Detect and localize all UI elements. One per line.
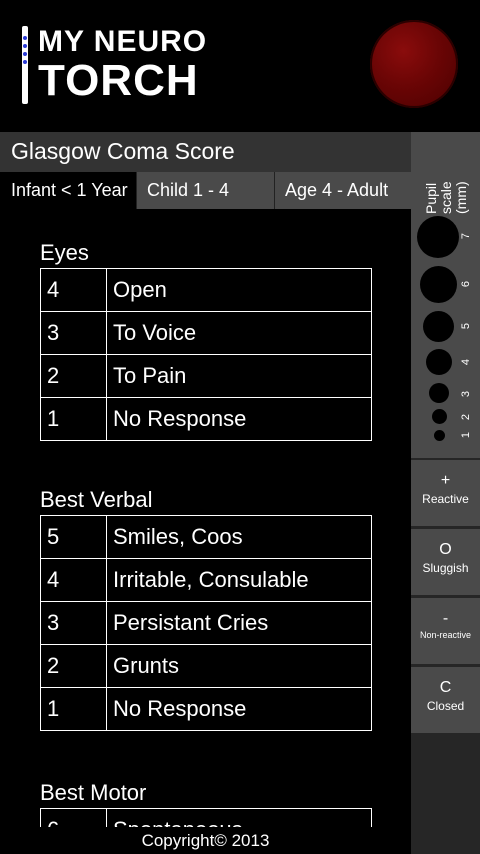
closed-button[interactable]: C Closed [411, 667, 480, 733]
reaction-label: Non-reactive [419, 630, 472, 640]
minus-icon: - [442, 610, 449, 627]
pupil-scale-label: Pupil scale (mm) [423, 144, 469, 216]
page-title: Glasgow Coma Score [11, 138, 235, 164]
reaction-label: Reactive [422, 492, 469, 506]
table-row[interactable]: 4 Irritable, Consulable [40, 558, 372, 602]
app-header: MY NEURO TORCH [0, 0, 480, 132]
score-cell: 2 [40, 644, 107, 688]
desc-cell: Persistant Cries [106, 601, 372, 645]
pupil-4mm[interactable] [426, 349, 452, 375]
app-logo: MY NEURO TORCH [18, 22, 208, 108]
gcs-content: Eyes 4 Open 3 To Voice 2 To Pain 1 No Respon… [0, 209, 411, 827]
reaction-label: Closed [426, 699, 465, 713]
plus-icon: + [440, 472, 451, 489]
score-cell: 3 [40, 601, 107, 645]
pupil-5mm[interactable] [423, 311, 454, 342]
score-cell: 2 [40, 354, 107, 398]
copyright-text: Copyright© 2013 [141, 831, 270, 850]
pupil-label-line2: scale [438, 181, 454, 214]
pupil-size-label: 2 [460, 413, 473, 421]
pupil-size-label: 7 [460, 232, 473, 240]
pupil-label-line1: Pupil [423, 182, 439, 214]
desc-cell: Spontaneous [106, 808, 372, 827]
desc-cell: Irritable, Consulable [106, 558, 372, 602]
pupil-3mm[interactable] [429, 383, 449, 403]
desc-cell: No Response [106, 397, 372, 441]
pupil-1mm[interactable] [434, 430, 445, 441]
reaction-label: Sluggish [422, 561, 469, 575]
score-cell: 1 [40, 397, 107, 441]
table-row[interactable]: 3 To Voice [40, 311, 372, 355]
pupil-2mm[interactable] [432, 409, 447, 424]
age-tabs: Infant < 1 Year Child 1 - 4 Age 4 - Adul… [0, 172, 411, 209]
score-cell: 5 [40, 515, 107, 559]
eyes-table: 4 Open 3 To Voice 2 To Pain 1 No Response [40, 268, 372, 441]
table-row[interactable]: 2 Grunts [40, 644, 372, 688]
circle-icon: O [439, 541, 452, 558]
table-row[interactable]: 5 Smiles, Coos [40, 515, 372, 559]
table-row[interactable]: 6Spontaneous [40, 808, 372, 827]
tab-child[interactable]: Child 1 - 4 [136, 172, 274, 209]
pupil-size-label: 6 [460, 280, 473, 288]
section-title-eyes: Eyes [40, 240, 89, 265]
logo-text-line1: MY NEURO [38, 25, 208, 58]
table-row[interactable]: 2 To Pain [40, 354, 372, 398]
non-reactive-button[interactable]: - Non-reactive [411, 598, 480, 664]
sluggish-button[interactable]: O Sluggish [411, 529, 480, 595]
table-row[interactable]: 4 Open [40, 268, 372, 312]
table-row[interactable]: 1 No Response [40, 687, 372, 731]
desc-cell: Open [106, 268, 372, 312]
desc-cell: To Voice [106, 311, 372, 355]
desc-cell: Grunts [106, 644, 372, 688]
tab-infant[interactable]: Infant < 1 Year [0, 172, 136, 209]
reactive-button[interactable]: + Reactive [411, 460, 480, 526]
section-title-motor: Best Motor [40, 780, 147, 805]
torch-light-button[interactable] [370, 20, 458, 108]
pupil-size-label: 1 [460, 431, 473, 439]
section-title-verbal: Best Verbal [40, 487, 153, 512]
tab-adult[interactable]: Age 4 - Adult [274, 172, 411, 209]
score-cell: 3 [40, 311, 107, 355]
logo-text-line2: TORCH [38, 56, 199, 105]
torch-led-icon [23, 36, 27, 68]
pupil-size-label: 3 [460, 390, 473, 398]
table-row[interactable]: 1 No Response [40, 397, 372, 441]
pupil-size-label: 4 [460, 358, 473, 366]
closed-icon: C [439, 679, 452, 696]
page-title-bar: Glasgow Coma Score [0, 132, 411, 172]
pupil-label-line3: (mm) [453, 181, 469, 214]
table-row[interactable]: 3 Persistant Cries [40, 601, 372, 645]
pupil-6mm[interactable] [420, 266, 457, 303]
desc-cell: Smiles, Coos [106, 515, 372, 559]
score-cell: 4 [40, 558, 107, 602]
score-cell: 6 [40, 808, 107, 827]
motor-table: 6Spontaneous [40, 808, 372, 827]
desc-cell: No Response [106, 687, 372, 731]
desc-cell: To Pain [106, 354, 372, 398]
side-panel: Pupil scale (mm) 7 6 5 4 3 2 1 + Reactiv… [411, 132, 480, 854]
pupil-size-label: 5 [460, 322, 473, 330]
score-cell: 4 [40, 268, 107, 312]
verbal-table: 5 Smiles, Coos 4 Irritable, Consulable 3 Pe… [40, 515, 372, 731]
footer: Copyright© 2013 [0, 827, 411, 854]
score-cell: 1 [40, 687, 107, 731]
pupil-7mm[interactable] [417, 216, 459, 258]
pupil-scale: Pupil scale (mm) 7 6 5 4 3 2 1 [411, 132, 480, 458]
